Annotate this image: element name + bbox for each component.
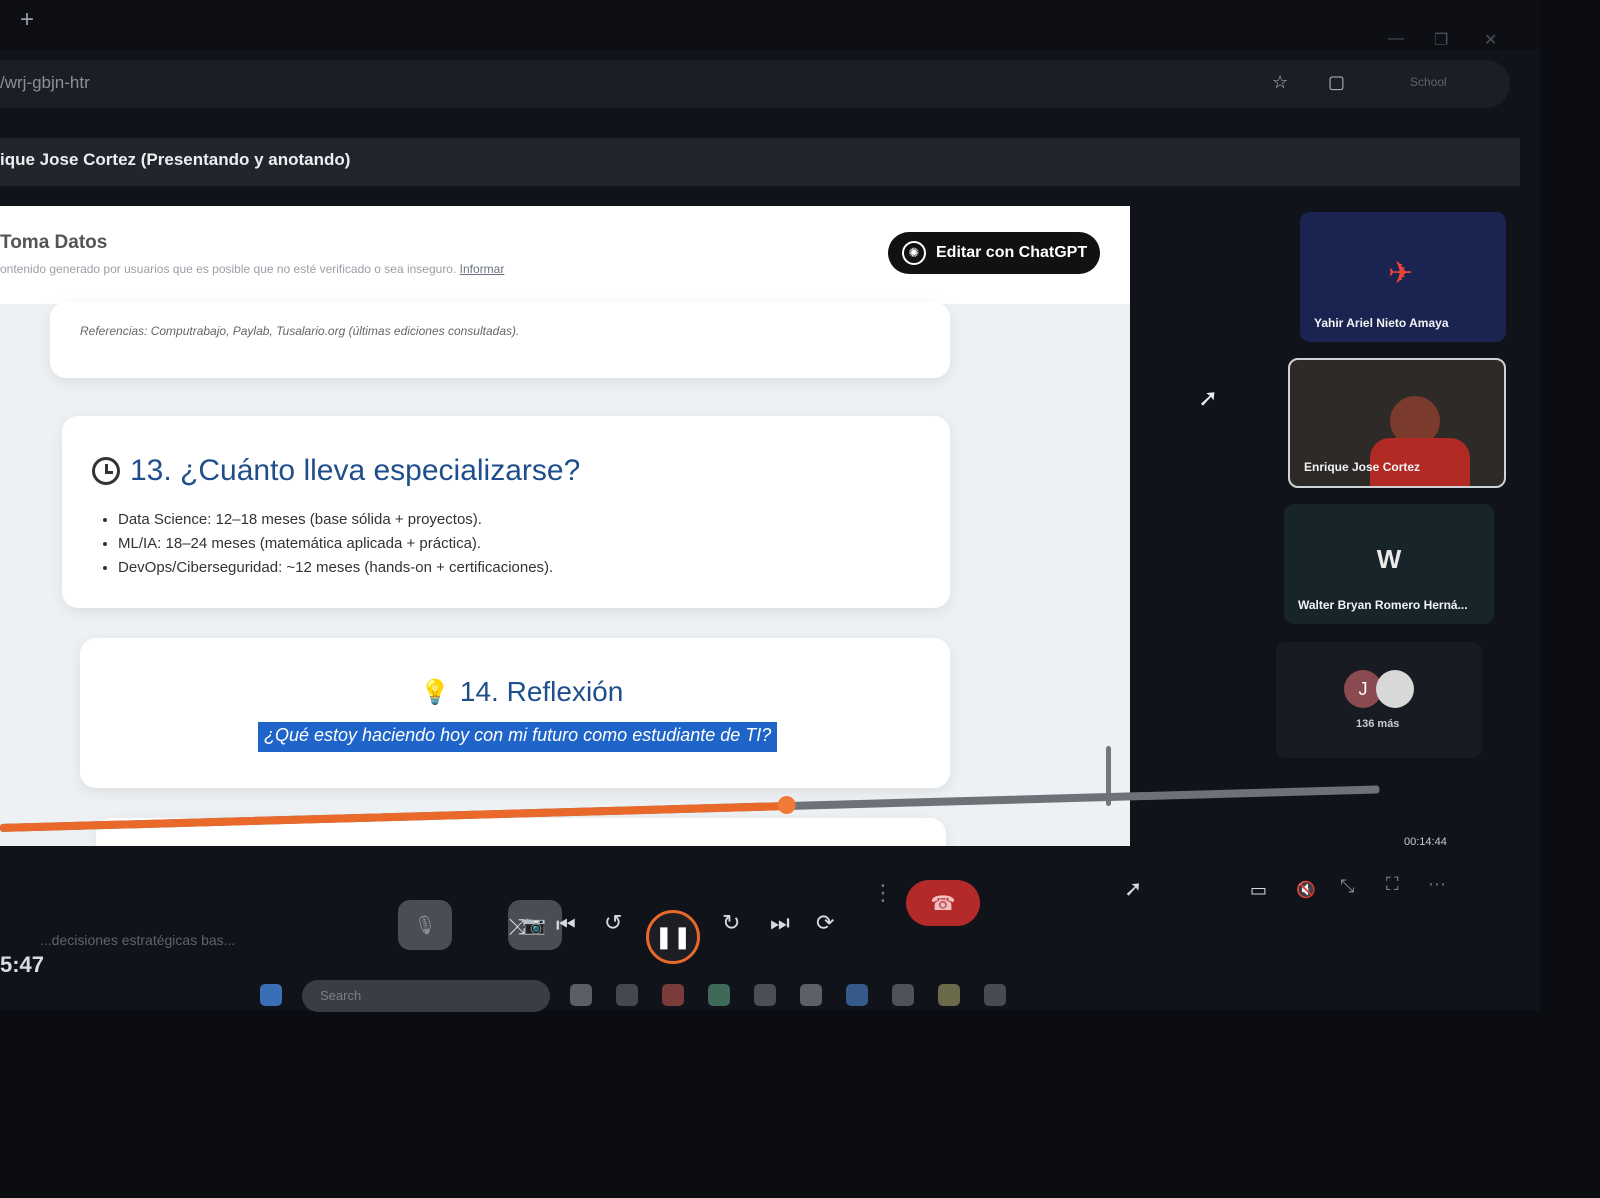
pause-button[interactable]: ❚❚ xyxy=(646,910,700,964)
playback-time: 00:14:44 xyxy=(1404,836,1447,848)
section-13-list: Data Science: 12–18 meses (base sólida +… xyxy=(118,508,553,580)
report-link[interactable]: Informar xyxy=(460,262,505,276)
references-card: Referencias: Computrabajo, Paylab, Tusal… xyxy=(50,302,950,378)
list-item: ML/IA: 18–24 meses (matemática aplicada … xyxy=(118,532,553,556)
taskbar-search[interactable]: Search xyxy=(302,980,550,1012)
participant-name: Enrique Jose Cortez xyxy=(1304,460,1421,474)
volume-mute-icon[interactable]: 🔇 xyxy=(1296,880,1316,900)
player-controls: ...decisiones estratégicas bas... 5:47 🎙… xyxy=(0,874,1540,980)
more-participants-label: 136 más xyxy=(1356,718,1400,730)
taskbar-app-icon[interactable] xyxy=(892,984,914,1006)
meeting-title-bar: ique Jose Cortez (Presentando y anotando… xyxy=(0,138,1520,186)
fullscreen-icon[interactable]: ⛶ xyxy=(1386,874,1399,895)
taskbar-app-icon[interactable] xyxy=(662,984,684,1006)
warning-text: ontenido generado por usuarios que es po… xyxy=(0,262,457,276)
participant-name: Walter Bryan Romero Herná... xyxy=(1298,598,1468,612)
start-icon[interactable] xyxy=(260,984,282,1006)
minimize-icon[interactable]: — xyxy=(1388,30,1404,48)
os-taskbar: Search xyxy=(260,976,1060,1016)
url-text[interactable]: /wrj-gbjn-htr xyxy=(0,73,90,93)
participant-logo-icon: ✈ xyxy=(1388,257,1414,290)
taskbar-app-icon[interactable] xyxy=(984,984,1006,1006)
extensions-icon[interactable]: ▢ xyxy=(1328,72,1345,93)
chat-preview: ...decisiones estratégicas bas... xyxy=(40,932,236,948)
screen: + — ❐ ✕ /wrj-gbjn-htr ☆ ▢ School ique Jo… xyxy=(0,0,1540,1012)
miniplayer-icon[interactable]: ▭ xyxy=(1250,880,1267,901)
pointer-cursor-icon: ➚ xyxy=(1124,876,1143,901)
taskbar-app-icon[interactable] xyxy=(570,984,592,1006)
participant-tile-speaking[interactable]: Enrique Jose Cortez xyxy=(1288,358,1506,488)
browser-tabstrip: + — ❐ ✕ xyxy=(0,0,1540,50)
document-title: Toma Datos xyxy=(0,232,108,253)
forward-icon[interactable]: ↻ xyxy=(722,910,740,936)
maximize-icon[interactable]: ❐ xyxy=(1434,30,1448,50)
end-call-button[interactable]: ☎ xyxy=(906,880,980,926)
shared-document: Toma Datos ontenido generado por usuario… xyxy=(0,206,1130,846)
taskbar-app-icon[interactable] xyxy=(846,984,868,1006)
highlighted-question[interactable]: ¿Qué estoy haciendo hoy con mi futuro co… xyxy=(258,722,778,752)
repeat-off-icon[interactable]: ⟳ xyxy=(816,910,834,936)
taskbar-app-icon[interactable] xyxy=(938,984,960,1006)
chatgpt-logo-icon: ✺ xyxy=(902,241,926,265)
close-icon[interactable]: ✕ xyxy=(1484,30,1497,50)
shuffle-icon[interactable]: ⤨ xyxy=(508,914,526,940)
section-14-card: 💡 14. Reflexión ¿Qué estoy haciendo hoy … xyxy=(80,638,950,788)
list-item: Data Science: 12–18 meses (base sólida +… xyxy=(118,508,553,532)
new-tab-button[interactable]: + xyxy=(20,6,34,34)
list-item: DevOps/Ciberseguridad: ~12 meses (hands-… xyxy=(118,556,553,580)
participant-tile[interactable]: ✈ Yahir Ariel Nieto Amaya xyxy=(1300,212,1506,342)
participant-avatar: W xyxy=(1376,544,1402,574)
playback-progress-knob[interactable] xyxy=(777,795,796,815)
bookmark-star-icon[interactable]: ☆ xyxy=(1272,72,1288,93)
previous-track-icon[interactable]: ⏮ xyxy=(556,912,576,938)
clock-text: 5:47 xyxy=(0,952,45,977)
section-14-heading: 💡 14. Reflexión xyxy=(420,676,623,708)
more-icon[interactable]: ⋯ xyxy=(1428,874,1446,895)
mouse-cursor-icon: ➚ xyxy=(1198,385,1219,412)
mic-off-button[interactable]: 🎙 xyxy=(398,900,452,950)
clock-icon xyxy=(92,457,120,485)
section-13-heading: 13. ¿Cuánto lleva especializarse? xyxy=(92,454,580,488)
next-track-icon[interactable]: ⏭ xyxy=(770,910,790,936)
participant-tile[interactable]: W Walter Bryan Romero Herná... xyxy=(1284,504,1494,624)
references-text: Referencias: Computrabajo, Paylab, Tusal… xyxy=(80,324,520,338)
section-13-title: 13. ¿Cuánto lleva especializarse? xyxy=(130,454,581,487)
participant-avatar-photo xyxy=(1376,670,1414,708)
taskbar-app-icon[interactable] xyxy=(708,984,730,1006)
document-header: Toma Datos ontenido generado por usuario… xyxy=(0,206,1130,304)
taskbar-app-icon[interactable] xyxy=(754,984,776,1006)
participant-name: Yahir Ariel Nieto Amaya xyxy=(1314,316,1449,330)
edit-with-chatgpt-label: Editar con ChatGPT xyxy=(936,244,1088,261)
edit-with-chatgpt-button[interactable]: ✺ Editar con ChatGPT xyxy=(888,232,1100,274)
profile-button[interactable]: School xyxy=(1410,75,1447,89)
section-13-card: 13. ¿Cuánto lleva especializarse? Data S… xyxy=(62,416,950,608)
presenter-title: ique Jose Cortez (Presentando y anotando… xyxy=(0,150,351,169)
address-bar[interactable]: /wrj-gbjn-htr ☆ ▢ School xyxy=(0,60,1510,108)
document-warning: ontenido generado por usuarios que es po… xyxy=(0,262,504,276)
more-options-icon[interactable]: ⋮ xyxy=(872,880,894,906)
taskbar-app-icon[interactable] xyxy=(800,984,822,1006)
more-participants-tile[interactable]: J 136 más xyxy=(1276,642,1482,758)
section-14-title: 14. Reflexión xyxy=(459,676,624,707)
taskbar-app-icon[interactable] xyxy=(616,984,638,1006)
collapse-icon[interactable]: ⤡ xyxy=(1340,876,1354,897)
lightbulb-icon: 💡 xyxy=(420,678,450,706)
rewind-icon[interactable]: ↺ xyxy=(604,910,622,936)
